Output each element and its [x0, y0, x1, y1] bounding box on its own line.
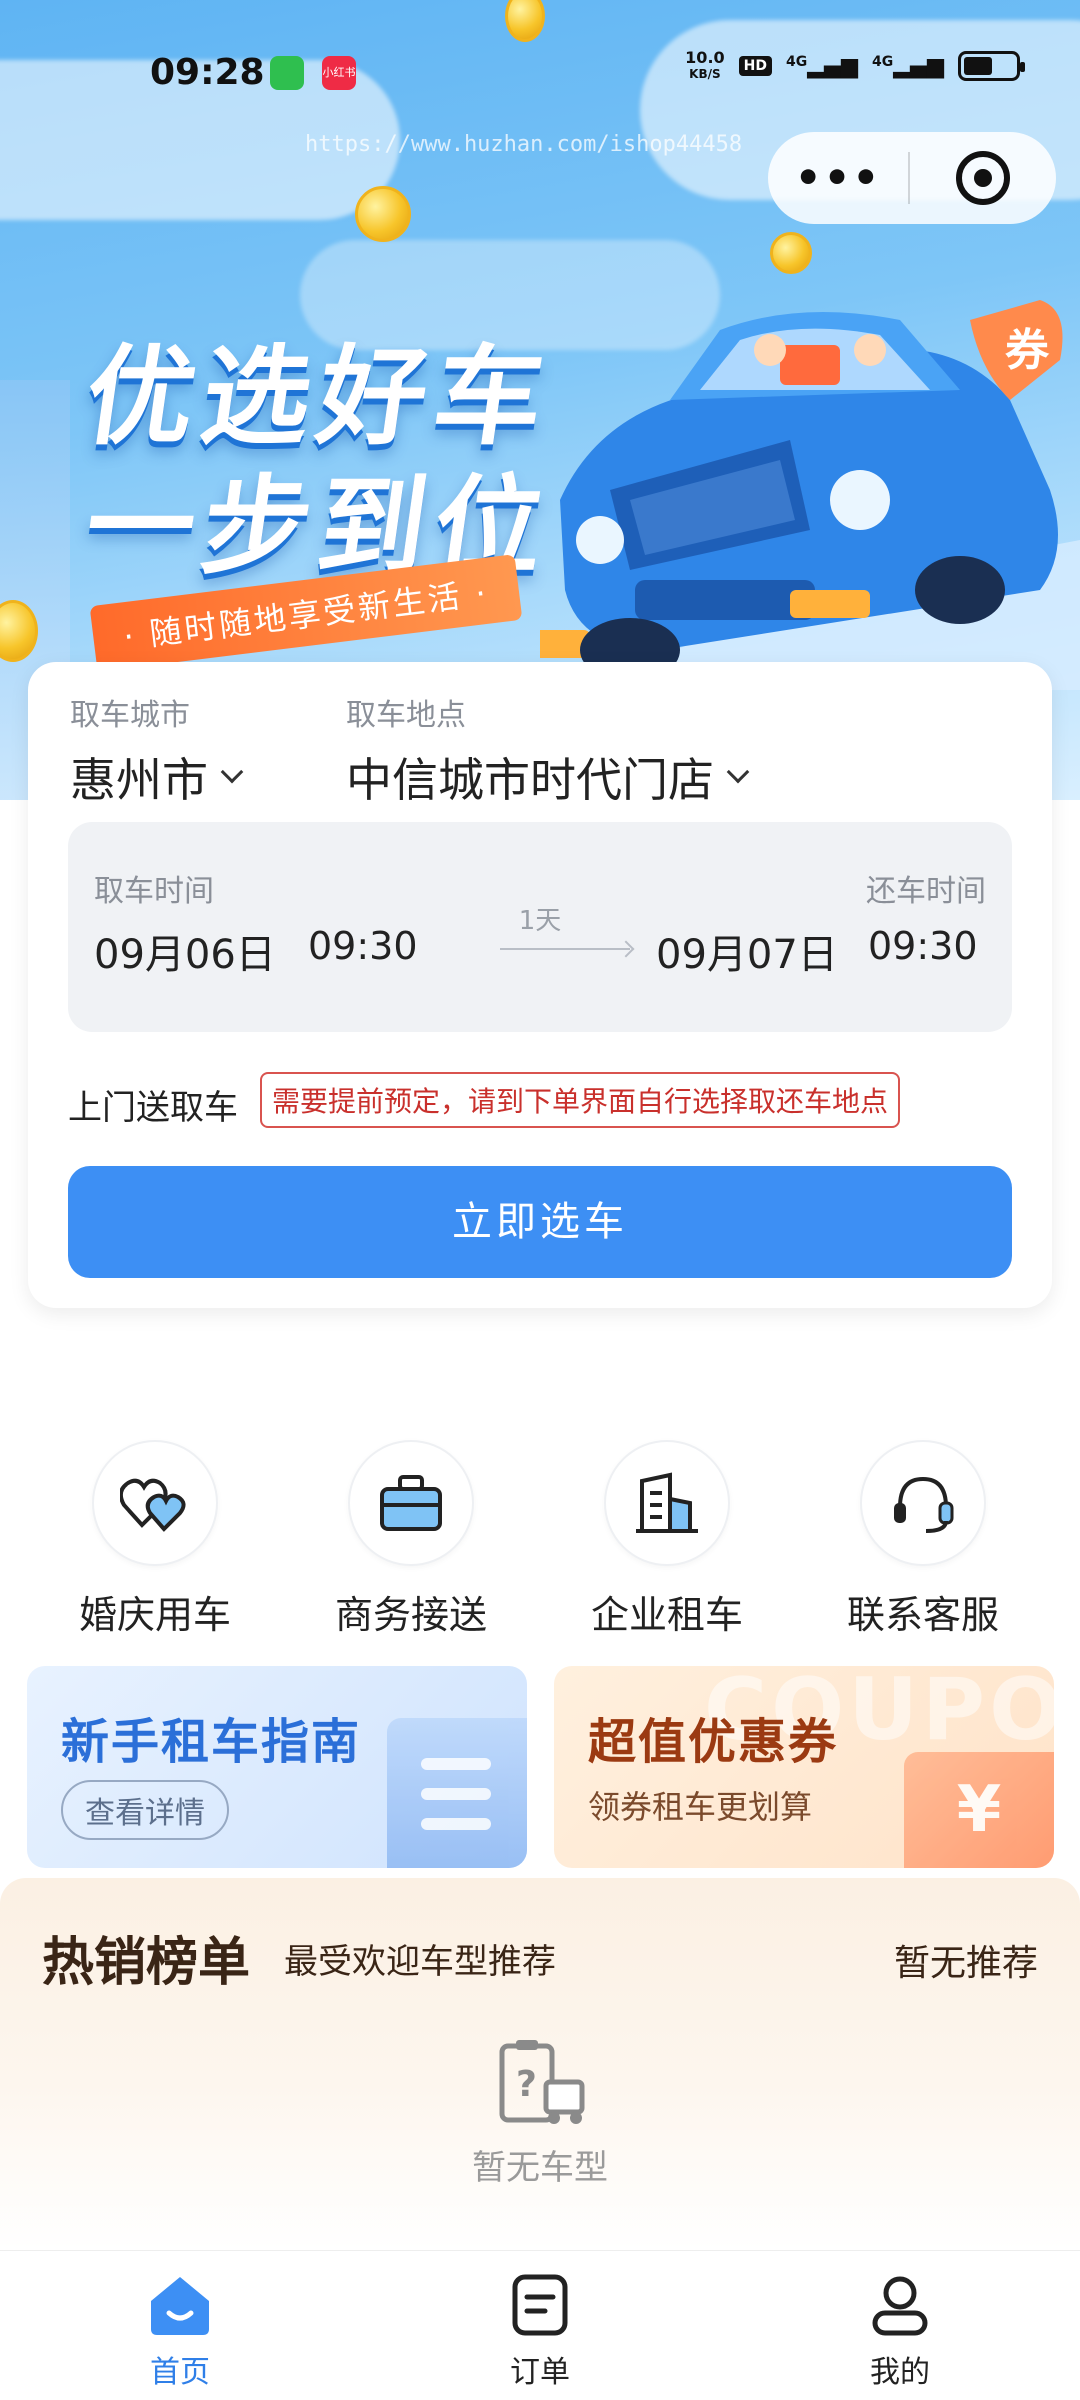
- net-speed: 10.0 KB/S: [685, 50, 724, 82]
- chevron-down-icon: [726, 760, 750, 784]
- tab-label: 首页: [150, 2355, 210, 2390]
- briefcase-icon: [380, 1475, 442, 1531]
- coin-decoration: [505, 0, 545, 42]
- clipboard-icon: [387, 1718, 527, 1868]
- hearts-icon: [120, 1478, 186, 1532]
- service-business[interactable]: 商务接送: [311, 1440, 511, 1639]
- status-bar: 09:28 小红书 10.0 KB/S HD 4G▂▄▆ 4G▂▄▆: [0, 40, 1080, 100]
- tab-label: 订单: [510, 2355, 570, 2390]
- service-label: 联系客服: [846, 1593, 999, 1637]
- hot-ranking-section: 热销榜单 最受欢迎车型推荐 暂无推荐 ? 暂无车型: [0, 1878, 1080, 2250]
- yuan-ticket-icon: ¥: [904, 1752, 1054, 1868]
- service-label: 婚庆用车: [78, 1593, 231, 1637]
- tab-profile[interactable]: 我的: [820, 2271, 980, 2391]
- watermark-url: https://www.huzhan.com/ishop44458: [305, 132, 743, 157]
- home-icon: [151, 2277, 209, 2335]
- car-illustration: 券: [510, 290, 1080, 690]
- guide-details-button[interactable]: 查看详情: [61, 1780, 229, 1840]
- guide-title: 新手租车指南: [61, 1714, 362, 1770]
- pickup-location-selector[interactable]: 中信城市时代门店: [346, 744, 750, 810]
- arrow-right-icon: [500, 948, 630, 950]
- select-car-button[interactable]: 立即选车: [68, 1166, 1012, 1278]
- service-grid: 婚庆用车 商务接送 企业租车 联系客服: [0, 1440, 1080, 1637]
- net-speed-unit: KB/S: [689, 67, 721, 81]
- message-notification-icon: [270, 56, 304, 90]
- pickup-location-label: 取车地点: [346, 698, 466, 733]
- pickup-date: 09月06日: [94, 932, 276, 978]
- car-flag-text: 券: [1005, 325, 1050, 376]
- empty-state-text: 暂无车型: [472, 2148, 608, 2188]
- battery-icon: [958, 51, 1025, 81]
- hd-voice-icon: HD: [738, 56, 772, 76]
- bottom-tab-bar: 首页 订单 我的: [0, 2250, 1080, 2400]
- building-icon: [636, 1472, 698, 1533]
- coupon-title: 超值优惠券: [588, 1714, 839, 1770]
- service-wedding[interactable]: 婚庆用车: [55, 1440, 255, 1639]
- miniprogram-capsule: •••: [768, 132, 1056, 224]
- pickup-time: 09:30: [308, 924, 418, 968]
- coin-decoration: [355, 186, 411, 242]
- target-icon: [956, 151, 1010, 205]
- pickup-city-value: 惠州市: [70, 753, 208, 807]
- booking-card: 取车城市 惠州市 取车地点 中信城市时代门店 取车时间 09月06日 09:30…: [28, 662, 1052, 1308]
- service-customer-support[interactable]: 联系客服: [823, 1440, 1023, 1639]
- coupon-subtitle: 领券租车更划算: [588, 1788, 813, 1826]
- signal-label: 4G: [872, 53, 894, 70]
- hot-more-link[interactable]: 暂无推荐: [894, 1934, 1038, 1986]
- service-label: 商务接送: [334, 1593, 487, 1637]
- status-time: 09:28: [150, 52, 265, 93]
- coin-decoration: [770, 232, 812, 274]
- chevron-down-icon: [220, 760, 244, 784]
- return-time: 09:30: [868, 924, 978, 968]
- xiaohongshu-notification-icon: 小红书: [322, 56, 356, 90]
- hot-title: 热销榜单: [42, 1933, 251, 1993]
- headset-icon: [894, 1476, 954, 1533]
- svg-text:?: ?: [516, 2064, 537, 2105]
- tab-label: 我的: [870, 2355, 930, 2390]
- rental-duration: 1天: [518, 906, 562, 936]
- return-date: 09月07日: [656, 932, 838, 978]
- tab-home[interactable]: 首页: [100, 2271, 260, 2391]
- signal-icon: 4G▂▄▆: [872, 53, 944, 79]
- net-speed-value: 10.0: [685, 48, 725, 67]
- service-enterprise[interactable]: 企业租车: [567, 1440, 767, 1639]
- hot-subtitle: 最受欢迎车型推荐: [284, 1942, 556, 1982]
- coupon-banner[interactable]: COUPON ¥ 超值优惠券 领券租车更划算: [554, 1666, 1054, 1868]
- order-icon: [512, 2274, 568, 2336]
- rental-time-picker[interactable]: 取车时间 09月06日 09:30 1天 还车时间 09月07日 09:30: [68, 822, 1012, 1032]
- door-service-tip: 需要提前预定，请到下单界面自行选择取还车地点: [260, 1072, 901, 1128]
- pickup-time-label: 取车时间: [94, 874, 214, 909]
- more-menu-button[interactable]: •••: [768, 157, 908, 199]
- pickup-city-label: 取车城市: [70, 698, 190, 733]
- tab-orders[interactable]: 订单: [460, 2271, 620, 2391]
- service-label: 企业租车: [590, 1593, 743, 1637]
- door-service-label: 上门送取车: [68, 1088, 238, 1128]
- pickup-city-selector[interactable]: 惠州市: [70, 744, 244, 810]
- profile-icon: [872, 2276, 928, 2336]
- signal-label: 4G: [786, 53, 808, 70]
- close-miniprogram-button[interactable]: [910, 151, 1056, 205]
- empty-car-icon: ?: [492, 2038, 588, 2132]
- pickup-location-value: 中信城市时代门店: [346, 753, 714, 807]
- newbie-guide-banner[interactable]: 新手租车指南 查看详情: [27, 1666, 527, 1868]
- return-time-label: 还车时间: [866, 874, 986, 909]
- signal-icon: 4G▂▄▆: [786, 53, 858, 79]
